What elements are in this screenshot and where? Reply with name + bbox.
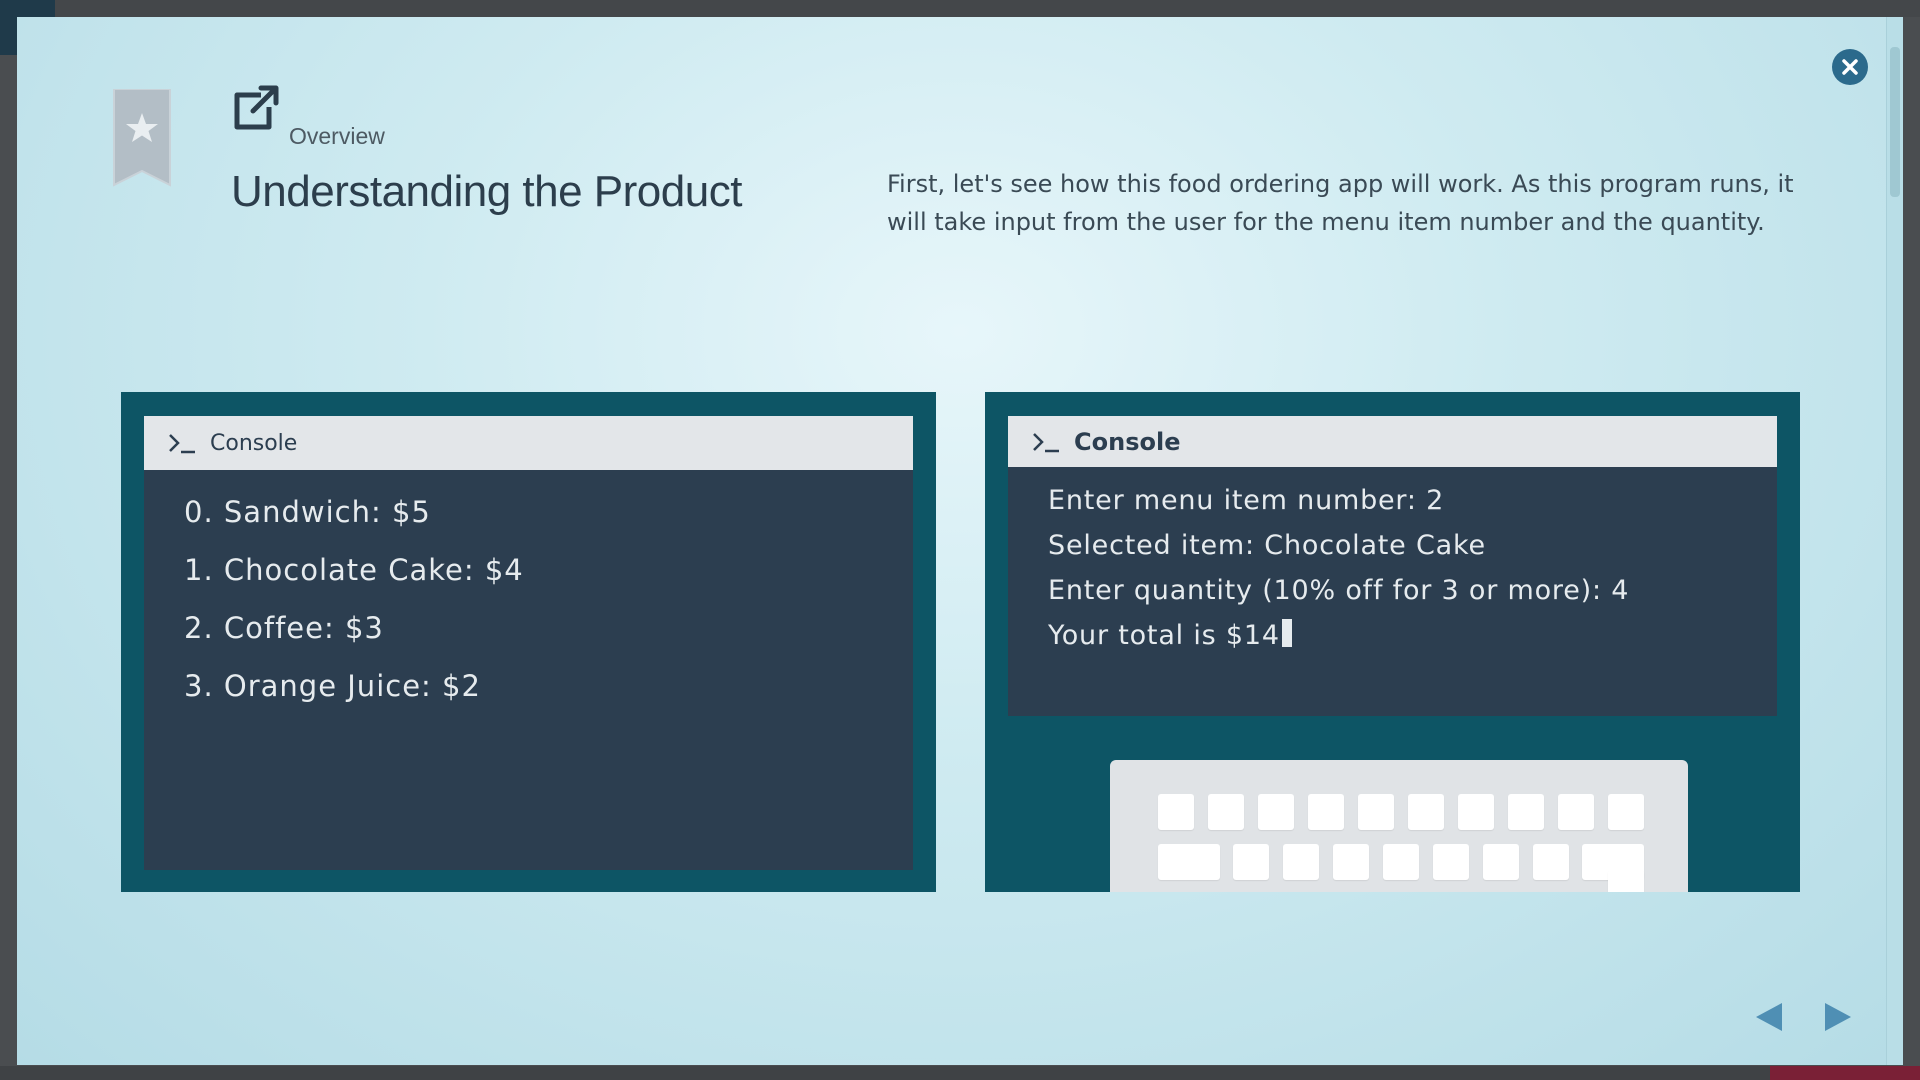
console-line: 2. Coffee: $3: [184, 611, 384, 645]
keyboard-key: [1508, 794, 1544, 830]
console-header: Console: [144, 416, 913, 470]
bookmark-star-icon[interactable]: [112, 89, 172, 187]
scrollbar-thumb[interactable]: [1890, 47, 1900, 197]
keyboard-key: [1308, 794, 1344, 830]
background-app-bar: [0, 0, 1920, 17]
keyboard-key: [1158, 794, 1194, 830]
close-button[interactable]: [1832, 49, 1868, 85]
keyboard-key: [1408, 794, 1444, 830]
page-title: Understanding the Product: [231, 167, 742, 216]
console-output: Enter menu item number: 2 Selected item:…: [1008, 467, 1777, 663]
background-contact-badge: [1770, 1066, 1920, 1080]
menu-console: Console 0. Sandwich: $5 1. Chocolate Cak…: [144, 416, 913, 870]
keyboard-key: [1383, 844, 1419, 880]
previous-arrow-icon[interactable]: [1750, 997, 1790, 1037]
menu-console-panel: Console 0. Sandwich: $5 1. Chocolate Cak…: [121, 392, 936, 892]
console-line: 0. Sandwich: $5: [184, 495, 431, 529]
keyboard-key: [1483, 844, 1519, 880]
order-console: Console Enter menu item number: 2 Select…: [1008, 416, 1777, 716]
section-label: Overview: [289, 123, 385, 149]
terminal-prompt-icon: [1033, 432, 1059, 452]
overview-modal: Overview Understanding the Product First…: [17, 17, 1903, 1065]
keyboard-key: [1358, 794, 1394, 830]
keyboard-key: [1208, 794, 1244, 830]
console-line-last: Your total is $14: [1048, 618, 1777, 663]
keyboard-key: [1433, 844, 1469, 880]
keyboard-key: [1333, 844, 1369, 880]
console-line: Enter quantity (10% off for 3 or more): …: [1048, 575, 1630, 606]
keyboard-key: [1558, 794, 1594, 830]
terminal-prompt-icon: [169, 434, 195, 454]
console-title: Console: [210, 430, 298, 456]
console-header: Console: [1008, 416, 1777, 467]
keyboard-key: [1533, 844, 1569, 880]
keyboard-key: [1258, 794, 1294, 830]
console-line: Your total is $14: [1048, 620, 1280, 651]
next-arrow-icon[interactable]: [1817, 997, 1857, 1037]
console-line: 3. Orange Juice: $2: [184, 669, 481, 703]
external-link-icon[interactable]: [231, 85, 279, 133]
console-line: 1. Chocolate Cake: $4: [184, 553, 524, 587]
console-title: Console: [1074, 427, 1181, 456]
keyboard-key: [1458, 794, 1494, 830]
modal-scrollbar[interactable]: [1886, 17, 1903, 1065]
intro-text: First, let's see how this food ordering …: [887, 170, 1794, 236]
console-line: Selected item: Chocolate Cake: [1048, 530, 1486, 561]
keyboard-key: [1608, 794, 1644, 830]
console-output: 0. Sandwich: $5 1. Chocolate Cake: $4 2.…: [144, 470, 913, 724]
background-app-footer: [0, 1066, 1920, 1080]
close-icon: [1842, 59, 1858, 75]
keyboard-key: [1233, 844, 1269, 880]
keyboard-illustration: [1110, 760, 1688, 892]
keyboard-key: [1608, 870, 1644, 892]
keyboard-key: [1283, 844, 1319, 880]
keyboard-key: [1158, 844, 1220, 880]
order-console-panel: Console Enter menu item number: 2 Select…: [985, 392, 1800, 892]
console-line: Enter menu item number: 2: [1048, 485, 1445, 516]
text-cursor: [1281, 619, 1292, 647]
